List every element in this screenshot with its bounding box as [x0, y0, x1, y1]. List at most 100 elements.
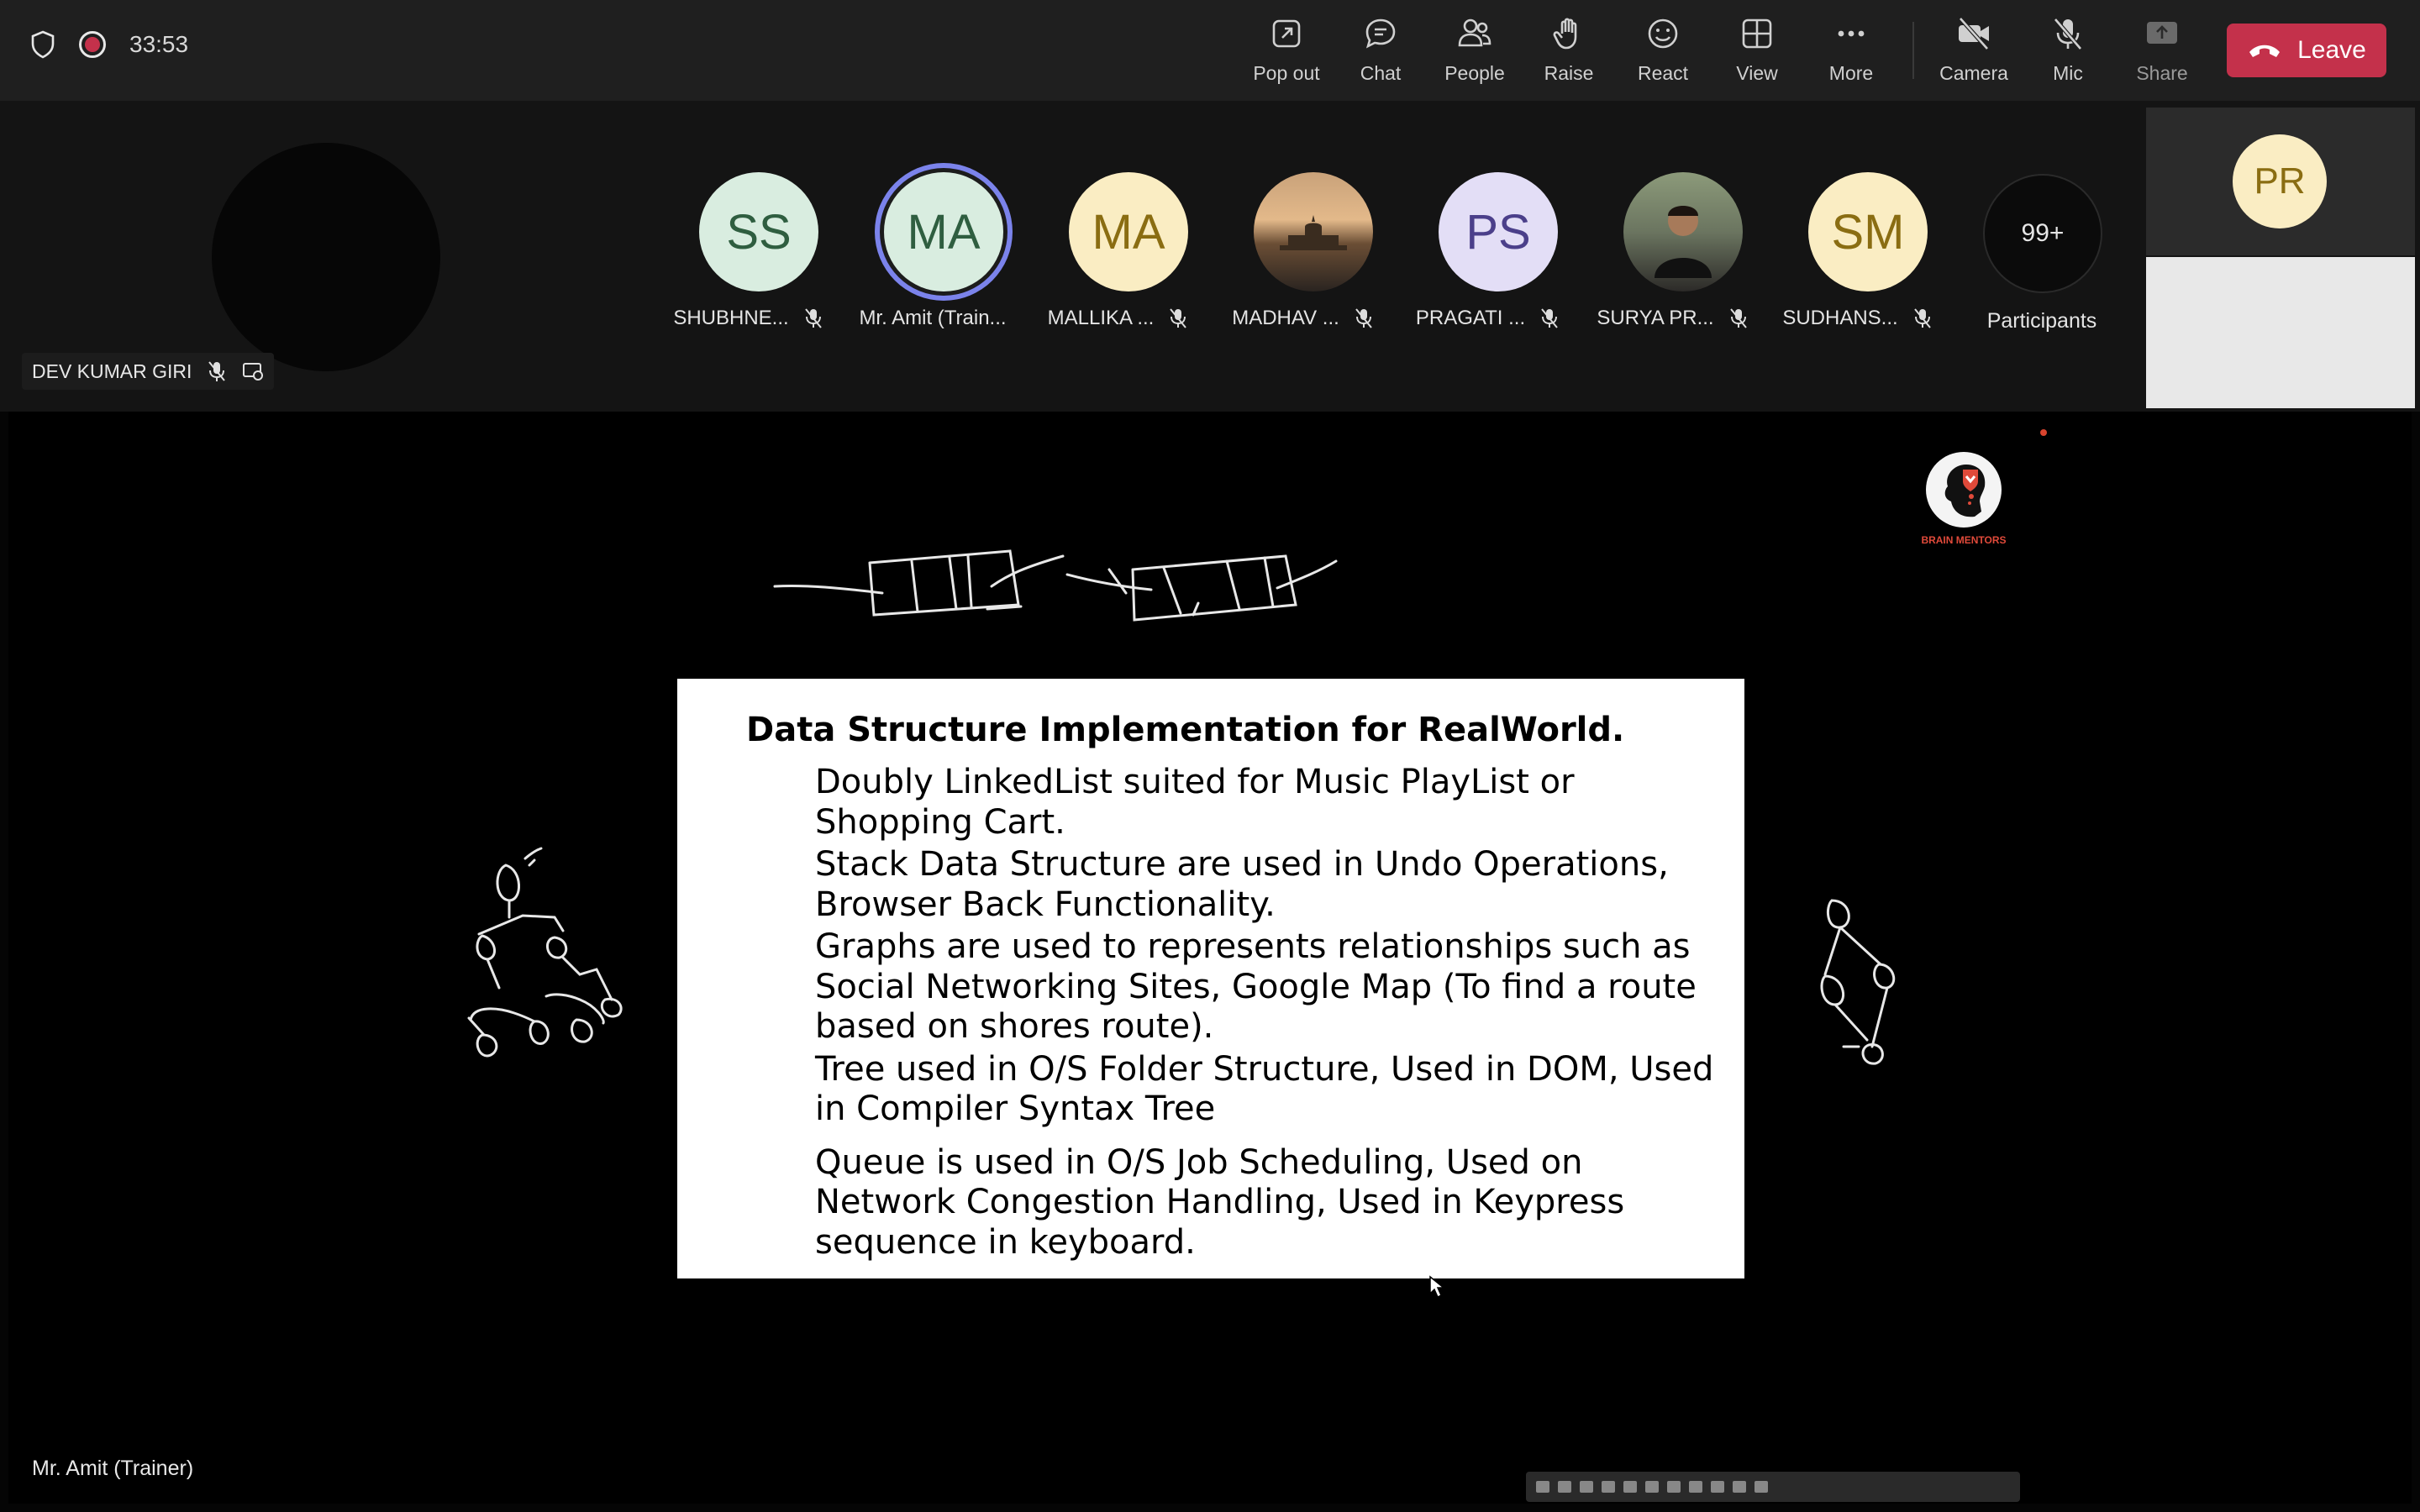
camera-button[interactable]: Camera — [1928, 15, 2020, 91]
participant-name: Mr. Amit (Train... — [859, 307, 1007, 329]
mic-label: Mic — [2053, 62, 2083, 84]
popout-icon — [1272, 19, 1301, 48]
avatar: SS — [699, 172, 818, 291]
react-button[interactable]: React — [1617, 15, 1709, 91]
chat-button[interactable]: Chat — [1334, 15, 1427, 91]
whiteboard-ink-tree — [467, 847, 623, 1058]
participant-name-row: SURYA PR... — [1588, 307, 1756, 330]
mic-muted-icon — [1170, 308, 1187, 328]
slide-bullet: Doubly LinkedList suited for Music PlayL… — [815, 763, 1575, 842]
brain-mentors-logo: BRAIN MENTORS — [1918, 452, 2010, 553]
camera-label: Camera — [1939, 62, 2008, 84]
avatar-photo — [1623, 172, 1743, 291]
slide-bullet: Tree used in O/S Folder Structure, Used … — [815, 1049, 1714, 1129]
meeting-status: 33:53 — [30, 30, 188, 59]
participant-name-row: SHUBHNE... — [664, 307, 832, 330]
presentation-slide: Data Structure Implementation for RealWo… — [677, 679, 1744, 1278]
text-tool-icon[interactable] — [1602, 1481, 1615, 1493]
slide-bullet: Graphs are used to represents relationsh… — [815, 927, 1697, 1046]
more-label: More — [1828, 62, 1874, 84]
mic-muted-icon — [1729, 308, 1747, 328]
view-label: View — [1736, 62, 1778, 84]
raise-hand-icon — [1553, 18, 1577, 50]
participant-name-row: SUDHANS... — [1773, 307, 1941, 330]
more-participants-button[interactable]: 99+ — [1983, 174, 2102, 293]
participant-name-row: Mr. Amit (Train... — [849, 307, 1017, 330]
highlighter-tool-icon[interactable] — [1580, 1481, 1593, 1493]
participant-tile[interactable]: SS SHUBHNE... — [664, 172, 832, 340]
fill-tool-icon[interactable] — [1733, 1481, 1746, 1493]
people-label: People — [1444, 62, 1505, 84]
grid-view-icon — [1742, 18, 1772, 49]
side-video-tile[interactable]: PR — [2146, 108, 2415, 255]
laser-pointer-dot — [2040, 429, 2047, 436]
temple-photo-icon — [1280, 215, 1347, 250]
settings-tool-icon[interactable] — [1754, 1481, 1768, 1493]
meeting-toolbar: 33:53 Pop out Chat People Raise React Vi… — [0, 0, 2420, 101]
self-avatar — [212, 143, 440, 371]
react-label: React — [1637, 62, 1689, 84]
participant-name: SHUBHNE... — [673, 307, 789, 329]
participant-tile[interactable]: PS PRAGATI ... — [1403, 172, 1571, 340]
color-tool-icon[interactable] — [1689, 1481, 1702, 1493]
pen-tool-icon[interactable] — [1558, 1481, 1571, 1493]
leave-label: Leave — [2297, 36, 2366, 64]
participant-name: MALLIKA ... — [1047, 307, 1155, 329]
participant-name: MADHAV ... — [1232, 307, 1339, 329]
whiteboard-ink-linked-list — [773, 549, 1338, 622]
person-photo-icon — [1655, 206, 1712, 278]
share-label: Share — [2136, 62, 2188, 84]
recording-indicator-icon — [79, 31, 106, 58]
chat-icon — [1365, 18, 1396, 49]
eraser-tool-icon[interactable] — [1645, 1481, 1659, 1493]
shape-tool-icon[interactable] — [1623, 1481, 1637, 1493]
mic-muted-icon — [1355, 308, 1372, 328]
whiteboard-ink-graph — [1820, 899, 1896, 1065]
participant-tile[interactable]: MADHAV ... — [1218, 172, 1386, 340]
avatar: PS — [1439, 172, 1558, 291]
mic-muted-icon — [1913, 308, 1931, 328]
popout-button[interactable]: Pop out — [1240, 15, 1333, 91]
raise-hand-button[interactable]: Raise — [1523, 15, 1615, 91]
share-screen-icon — [2147, 22, 2177, 44]
screen-settings-icon — [243, 363, 264, 381]
view-button[interactable]: View — [1711, 15, 1803, 91]
annotation-toolbar[interactable] — [1526, 1472, 2020, 1502]
participant-name: PRAGATI ... — [1415, 307, 1526, 329]
avatar-photo — [1254, 172, 1373, 291]
avatar: PR — [2233, 134, 2327, 228]
leave-button[interactable]: Leave — [2227, 24, 2386, 77]
participant-name: SUDHANS... — [1782, 307, 1898, 329]
shield-icon[interactable] — [30, 30, 55, 59]
mic-muted-icon — [804, 308, 822, 328]
participant-tile-speaking[interactable]: MA Mr. Amit (Train... — [849, 172, 1017, 340]
mic-button[interactable]: Mic — [2022, 15, 2114, 91]
pointer-tool-icon[interactable] — [1536, 1481, 1549, 1493]
meeting-timer: 33:53 — [129, 31, 189, 57]
avatar: SM — [1808, 172, 1928, 291]
line-tool-icon[interactable] — [1711, 1481, 1724, 1493]
popout-label: Pop out — [1253, 62, 1320, 84]
self-name: DEV KUMAR GIRI — [32, 360, 192, 382]
mic-off-icon — [2054, 18, 2082, 50]
slide-bullet: Stack Data Structure are used in Undo Op… — [815, 845, 1669, 924]
participant-name: SURYA PR... — [1597, 307, 1714, 329]
hang-up-icon — [2249, 45, 2281, 57]
share-button[interactable]: Share — [2116, 15, 2208, 91]
chat-label: Chat — [1360, 62, 1402, 84]
participant-tile[interactable]: SM SUDHANS... — [1773, 172, 1941, 340]
mic-muted-icon — [1541, 308, 1558, 328]
participant-tile[interactable]: MA MALLIKA ... — [1034, 172, 1202, 340]
participant-tile[interactable]: SURYA PR... — [1588, 172, 1756, 340]
side-video-tile-empty[interactable] — [2146, 257, 2415, 408]
participant-name-row: PRAGATI ... — [1403, 307, 1571, 330]
avatar: MA — [884, 172, 1003, 291]
raise-label: Raise — [1544, 62, 1594, 84]
ellipsis-icon — [1838, 30, 1865, 37]
undo-tool-icon[interactable] — [1667, 1481, 1681, 1493]
more-button[interactable]: More — [1805, 15, 1897, 91]
toolbar-divider — [1912, 22, 1914, 79]
people-button[interactable]: People — [1428, 15, 1521, 91]
mouse-cursor-icon — [1429, 1275, 1446, 1299]
more-participants-label[interactable]: Participants — [1966, 309, 2118, 333]
